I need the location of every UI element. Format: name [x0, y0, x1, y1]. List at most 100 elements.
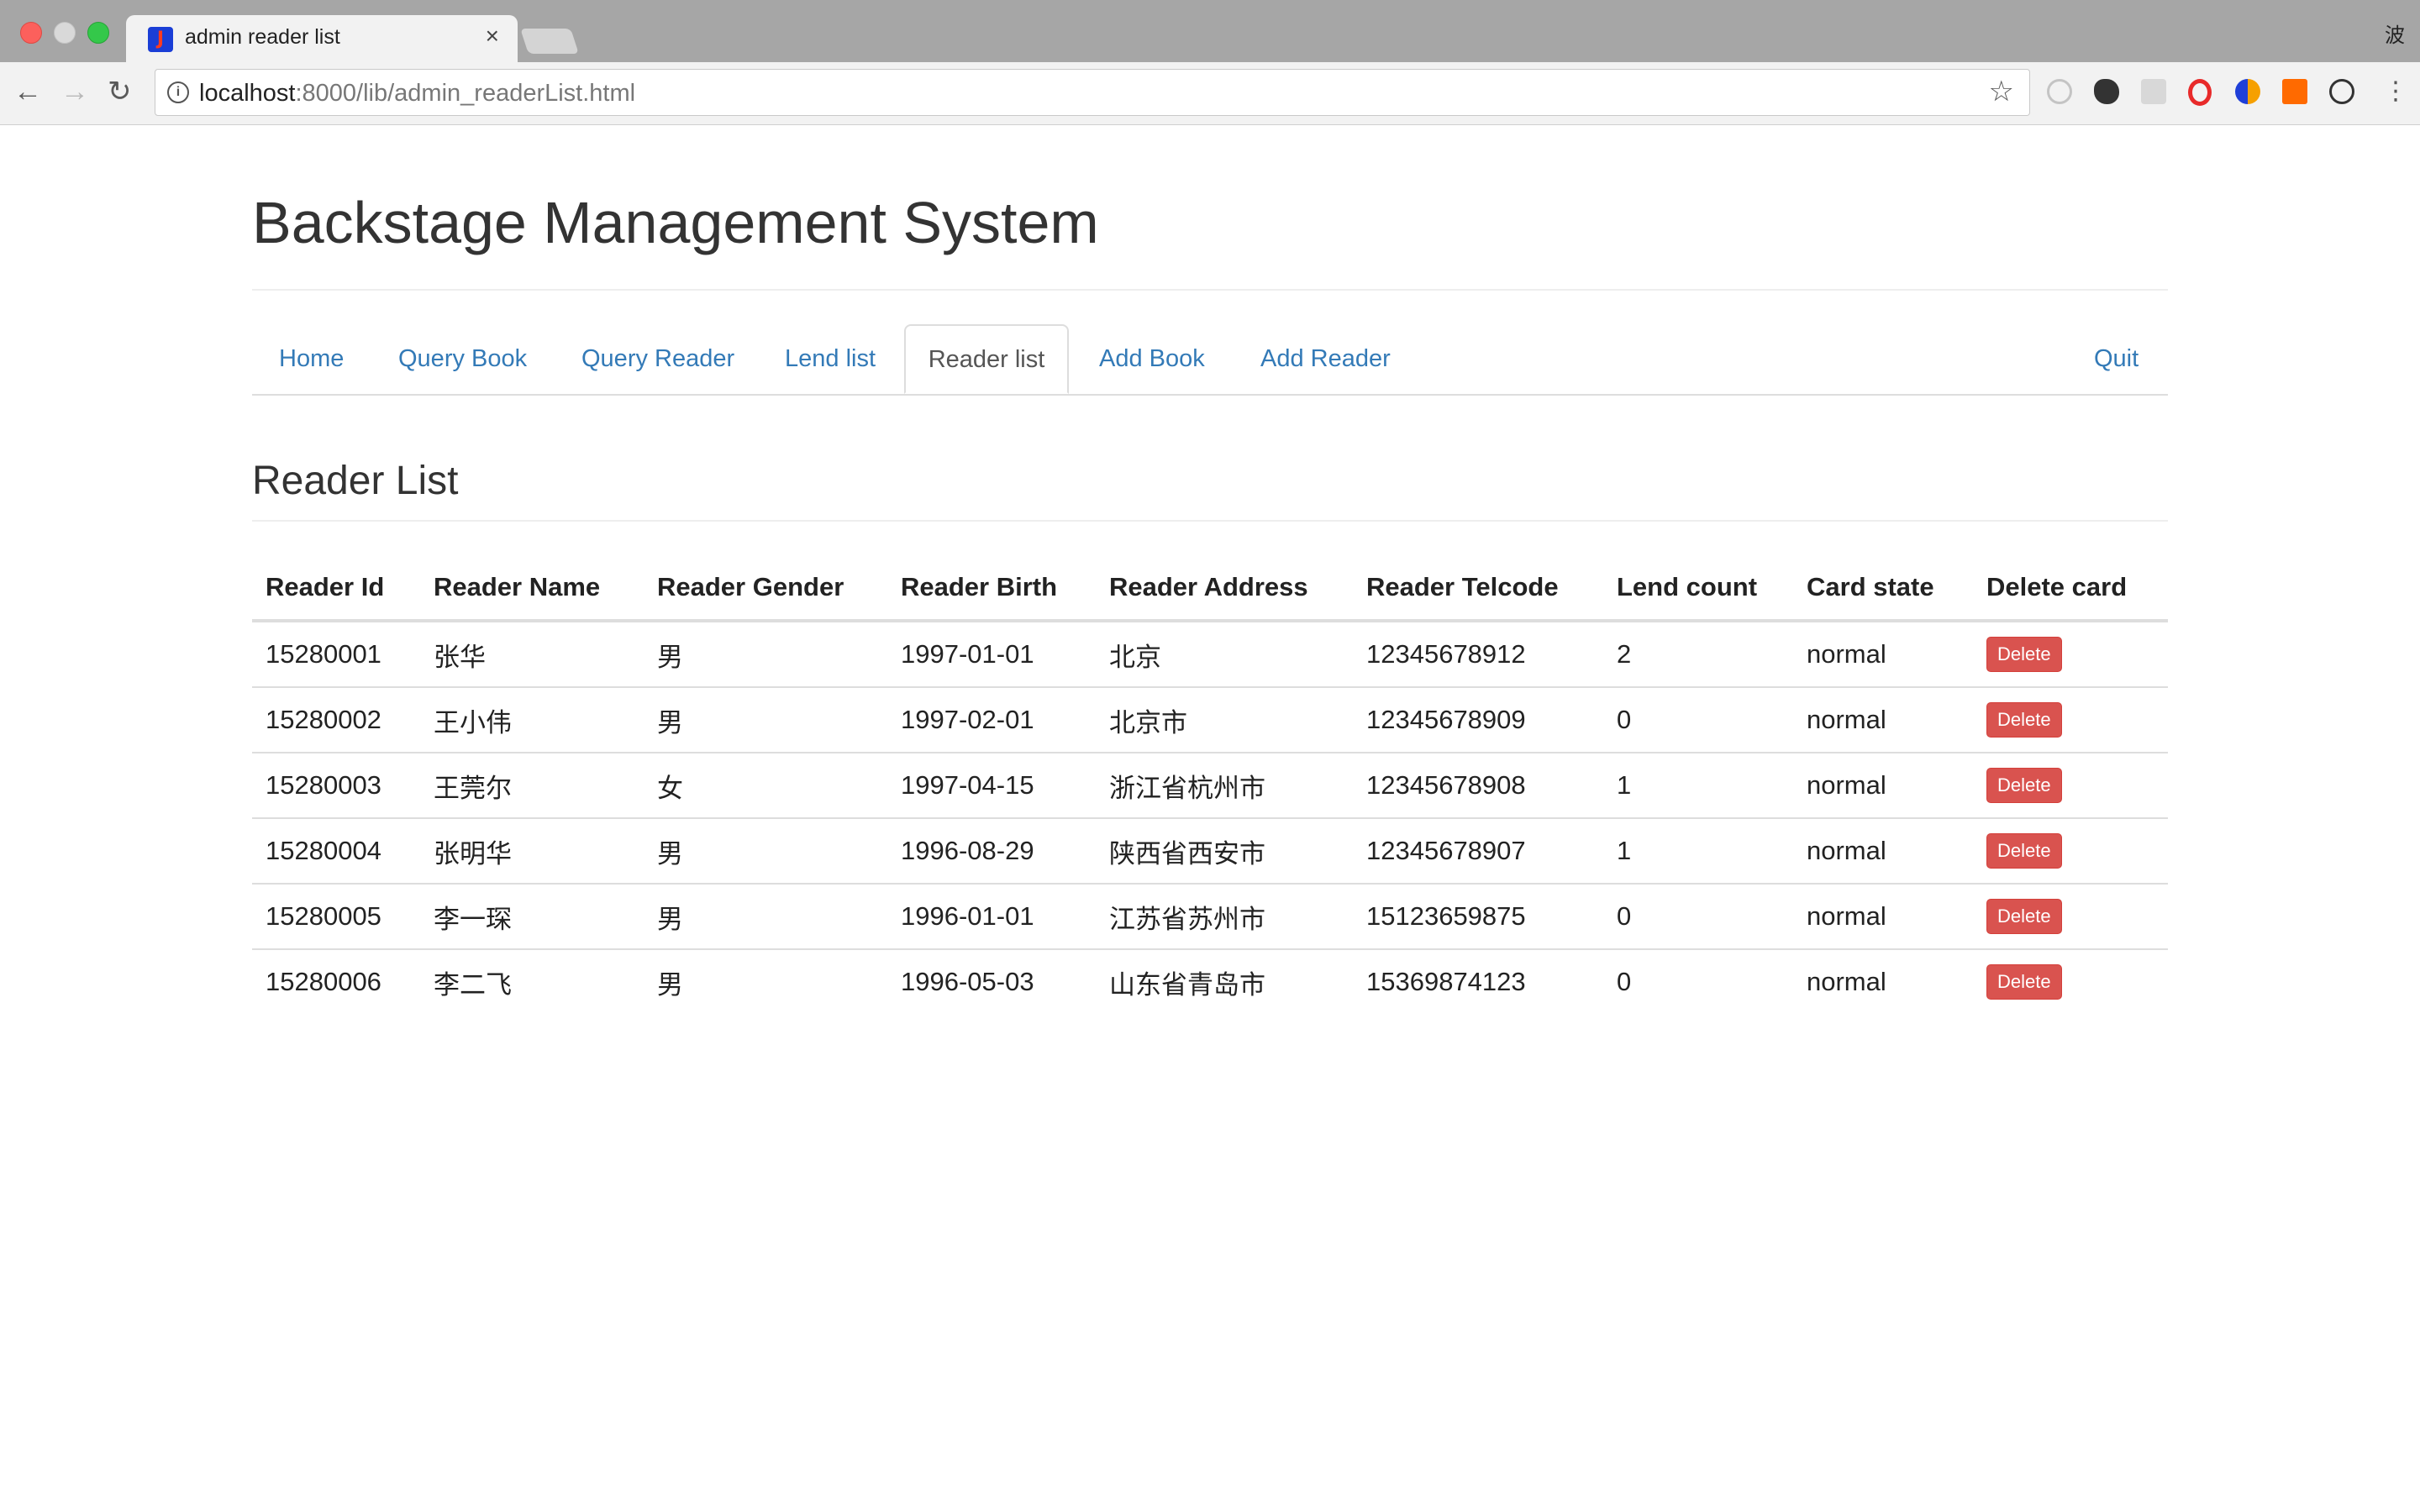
tab-query-book[interactable]: Query Book [398, 324, 527, 394]
favicon-icon: J [148, 27, 173, 52]
cell-reader-name: 李二飞 [434, 969, 512, 1000]
header-reader-id: Reader Id [252, 555, 420, 622]
header-reader-telcode: Reader Telcode [1353, 555, 1603, 622]
table-row: 15280005 李一琛 男 1996-01-01 江苏省苏州市 1512365… [252, 884, 2168, 950]
header-reader-name: Reader Name [420, 555, 644, 622]
cell-reader-address: 北京 [1096, 621, 1353, 688]
cell-lend-count: 2 [1603, 621, 1793, 688]
tab-query-reader[interactable]: Query Reader [581, 324, 734, 394]
cell-reader-gender: 男 [657, 969, 683, 1000]
browser-tab-active[interactable]: J admin reader list × [126, 15, 518, 62]
cell-reader-id: 15280002 [252, 687, 420, 753]
tab-reader-list[interactable]: Reader list [904, 324, 1069, 394]
cell-card-state: normal [1793, 753, 1973, 819]
header-lend-count: Lend count [1603, 555, 1793, 622]
cell-delete: Delete [1973, 884, 2168, 950]
cell-reader-birth: 1997-01-01 [887, 621, 1096, 688]
info-icon[interactable]: i [167, 81, 189, 103]
cell-lend-count: 0 [1603, 884, 1793, 950]
extension-percent-icon[interactable] [2282, 79, 2307, 104]
table-row: 15280001 张华 男 1997-01-01 北京 12345678912 … [252, 621, 2168, 688]
cell-reader-telcode: 12345678907 [1353, 818, 1603, 885]
tab-close-icon[interactable]: × [486, 24, 499, 49]
cell-reader-address: 陕西省西安市 [1096, 818, 1353, 885]
maximize-window-button[interactable] [87, 22, 109, 44]
evernote-icon[interactable] [2094, 79, 2119, 104]
table-row: 15280002 王小伟 男 1997-02-01 北京市 1234567890… [252, 687, 2168, 753]
cell-card-state: normal [1793, 621, 1973, 688]
delete-button[interactable]: Delete [1986, 899, 2062, 934]
extension-info-icon[interactable] [2329, 79, 2354, 104]
browser-titlebar: J admin reader list × 波 [0, 0, 2420, 62]
delete-button[interactable]: Delete [1986, 964, 2062, 1000]
cell-reader-id: 15280006 [266, 967, 381, 996]
extension-play-icon[interactable] [2047, 79, 2072, 104]
reload-icon[interactable]: ↻ [108, 77, 132, 106]
cell-card-state: normal [1793, 687, 1973, 753]
extension-circle-icon[interactable] [2235, 79, 2260, 104]
url-host: localhost [199, 80, 296, 107]
table-row: 15280006 李二飞 男 1996-05-03 山东省青岛市 1536987… [252, 949, 2168, 1014]
tab-home[interactable]: Home [279, 324, 344, 394]
cell-reader-birth: 1997-04-15 [887, 753, 1096, 819]
cell-reader-birth: 1997-02-01 [887, 687, 1096, 753]
delete-button[interactable]: Delete [1986, 768, 2062, 803]
cell-reader-telcode: 15369874123 [1366, 967, 1526, 996]
header-reader-address: Reader Address [1096, 555, 1353, 622]
cell-reader-name: 张华 [420, 621, 644, 688]
cell-reader-id: 15280003 [252, 753, 420, 819]
cell-reader-name: 张明华 [420, 818, 644, 885]
cell-card-state: normal [1793, 884, 1973, 950]
cell-reader-id: 15280005 [252, 884, 420, 950]
cell-reader-address: 浙江省杭州市 [1096, 753, 1353, 819]
cell-delete: Delete [1973, 753, 2168, 819]
cell-reader-telcode: 12345678912 [1353, 621, 1603, 688]
cell-reader-name: 王小伟 [420, 687, 644, 753]
new-tab-button[interactable] [520, 29, 579, 54]
menu-dots-icon[interactable]: ⋮ [2383, 77, 2408, 106]
opera-icon[interactable] [2188, 79, 2212, 106]
cell-reader-telcode: 15123659875 [1353, 884, 1603, 950]
header-reader-gender: Reader Gender [644, 555, 887, 622]
cell-reader-birth: 1996-01-01 [887, 884, 1096, 950]
header-card-state: Card state [1793, 555, 1973, 622]
close-window-button[interactable] [20, 22, 42, 44]
delete-button[interactable]: Delete [1986, 637, 2062, 672]
cell-reader-gender: 男 [644, 818, 887, 885]
table-header-row: Reader Id Reader Name Reader Gender Read… [252, 555, 2168, 622]
browser-toolbar: ← → ↻ i localhost:8000/lib/admin_readerL… [0, 62, 2420, 125]
delete-button[interactable]: Delete [1986, 833, 2062, 869]
delete-button[interactable]: Delete [1986, 702, 2062, 738]
url-text[interactable]: localhost:8000/lib/admin_readerList.html [199, 80, 635, 108]
forward-arrow-icon[interactable]: → [60, 77, 89, 106]
cell-delete: Delete [1973, 621, 2168, 688]
section-header [252, 428, 2168, 522]
page-title: Backstage Management System [252, 190, 1099, 255]
cell-reader-gender: 男 [644, 621, 887, 688]
cell-reader-telcode: 12345678908 [1353, 753, 1603, 819]
cell-lend-count: 1 [1603, 818, 1793, 885]
tab-title: admin reader list [185, 25, 340, 49]
tab-lend-list[interactable]: Lend list [785, 324, 876, 394]
table-row: 15280003 王莞尔 女 1997-04-15 浙江省杭州市 1234567… [252, 753, 2168, 819]
header-delete-card: Delete card [1973, 555, 2168, 622]
reader-table: Reader Id Reader Name Reader Gender Read… [252, 555, 2168, 1014]
page-content: Backstage Management System Home Query B… [0, 125, 2420, 1512]
cell-card-state: normal [1807, 967, 1886, 996]
cell-reader-name: 王莞尔 [420, 753, 644, 819]
cell-reader-name: 李一琛 [420, 884, 644, 950]
profile-label[interactable]: 波 [2385, 18, 2405, 48]
minimize-window-button[interactable] [54, 22, 76, 44]
tab-add-reader[interactable]: Add Reader [1260, 324, 1391, 394]
bookmark-star-icon[interactable]: ☆ [1989, 75, 2014, 108]
tab-add-book[interactable]: Add Book [1099, 324, 1205, 394]
cell-reader-address: 北京市 [1096, 687, 1353, 753]
quit-link[interactable]: Quit [2094, 324, 2139, 394]
back-arrow-icon[interactable]: ← [13, 77, 42, 106]
extension-translate-icon[interactable] [2141, 79, 2166, 104]
address-bar[interactable]: i localhost:8000/lib/admin_readerList.ht… [155, 69, 2030, 116]
url-path: :8000/lib/admin_readerList.html [295, 80, 636, 107]
table-row: 15280004 张明华 男 1996-08-29 陕西省西安市 1234567… [252, 818, 2168, 885]
cell-lend-count: 0 [1617, 967, 1632, 996]
cell-reader-birth: 1996-08-29 [887, 818, 1096, 885]
